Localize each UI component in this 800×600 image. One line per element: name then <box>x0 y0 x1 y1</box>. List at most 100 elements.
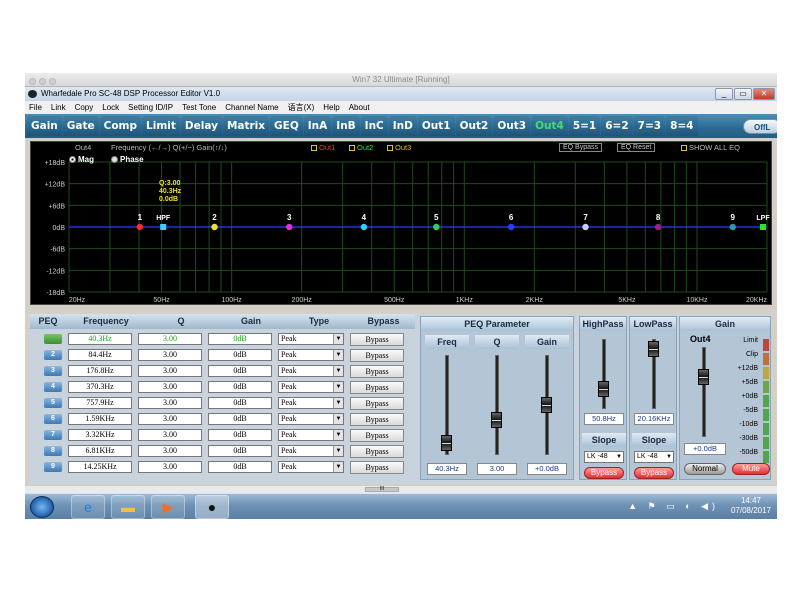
peq-bypass-button[interactable]: Bypass <box>350 348 404 362</box>
zoom-dot[interactable] <box>49 78 56 85</box>
menu-channel-name[interactable]: Channel Name <box>225 101 278 114</box>
peq-bypass-button[interactable]: Bypass <box>350 364 404 378</box>
gain-value[interactable]: +0.0dB <box>527 463 567 475</box>
mag-radio-dot[interactable] <box>69 156 76 164</box>
tab-matrix[interactable]: Matrix <box>222 116 270 136</box>
eq-point-label[interactable]: 6 <box>509 213 514 222</box>
tab-6-eq-2[interactable]: 6=2 <box>601 116 633 136</box>
legend-out3-checkbox[interactable] <box>387 145 393 152</box>
maximize-button[interactable]: ▭ <box>734 88 752 100</box>
lowpass-value[interactable]: 20.16KHz <box>634 413 674 425</box>
tab-gate[interactable]: Gate <box>62 116 99 136</box>
eq-point-2[interactable] <box>211 223 218 231</box>
legend-out2-checkbox[interactable] <box>349 145 355 152</box>
peq-frequency-field[interactable]: 40.3Hz <box>68 333 132 345</box>
tab-gain[interactable]: Gain <box>27 116 62 136</box>
tab-ina[interactable]: InA <box>303 116 332 136</box>
highpass-slider-knob[interactable] <box>598 381 609 397</box>
legend-out3[interactable]: Out3 <box>387 142 411 154</box>
legend-out1-checkbox[interactable] <box>311 145 317 152</box>
peq-gain-field[interactable]: 0dB <box>208 429 272 441</box>
peq-type-select[interactable]: Peak <box>278 333 344 345</box>
peq-q-field[interactable]: 3.00 <box>138 461 202 473</box>
tab-comp[interactable]: Comp <box>99 116 142 136</box>
peq-band-number[interactable]: 9 <box>44 462 62 472</box>
tab-geq[interactable]: GEQ <box>270 116 303 136</box>
peq-gain-field[interactable]: 0dB <box>208 445 272 457</box>
peq-band-number[interactable]: 6 <box>44 414 62 424</box>
peq-gain-field[interactable]: 0dB <box>208 349 272 361</box>
scrollbar-thumb[interactable]: III <box>365 487 399 492</box>
eq-point-label[interactable]: HPF <box>156 215 171 222</box>
menu-file[interactable]: File <box>29 101 42 114</box>
peq-type-select[interactable]: Peak <box>278 461 344 473</box>
file-explorer-icon[interactable]: ▬ <box>111 495 145 519</box>
tab-limit[interactable]: Limit <box>142 116 180 136</box>
menu-language[interactable]: 语言(X) <box>288 101 315 114</box>
q-slider-knob[interactable] <box>491 412 502 428</box>
peq-frequency-field[interactable]: 3.32KHz <box>68 429 132 441</box>
menu-about[interactable]: About <box>349 101 370 114</box>
peq-bypass-button[interactable]: Bypass <box>350 332 404 346</box>
peq-frequency-field[interactable]: 6.81KHz <box>68 445 132 457</box>
mag-radio[interactable]: Mag <box>69 155 94 164</box>
freq-slider-knob[interactable] <box>441 435 452 451</box>
menu-test-tone[interactable]: Test Tone <box>182 101 216 114</box>
eq-point-label[interactable]: 5 <box>434 213 439 222</box>
tab-out2[interactable]: Out2 <box>455 116 493 136</box>
peq-q-field[interactable]: 3.00 <box>138 365 202 377</box>
tab-delay[interactable]: Delay <box>180 116 222 136</box>
peq-type-select[interactable]: Peak <box>278 413 344 425</box>
peq-q-field[interactable]: 3.00 <box>138 333 202 345</box>
peq-q-field[interactable]: 3.00 <box>138 349 202 361</box>
tab-out3[interactable]: Out3 <box>493 116 531 136</box>
eq-point-label[interactable]: 7 <box>583 213 588 222</box>
peq-band-number[interactable]: 5 <box>44 398 62 408</box>
eq-reset-button[interactable]: EQ Reset <box>617 143 656 152</box>
menu-help[interactable]: Help <box>323 101 339 114</box>
q-slider-track[interactable] <box>495 355 499 455</box>
eq-point-label[interactable]: 2 <box>212 213 217 222</box>
eq-point-6[interactable] <box>507 223 515 231</box>
peq-q-field[interactable]: 3.00 <box>138 429 202 441</box>
peq-type-select[interactable]: Peak <box>278 445 344 457</box>
menu-lock[interactable]: Lock <box>102 101 119 114</box>
output-gain-value[interactable]: +0.0dB <box>684 443 726 455</box>
peq-gain-field[interactable]: 0dB <box>208 381 272 393</box>
peq-gain-field[interactable]: 0dB <box>208 413 272 425</box>
show-all-eq-checkbox[interactable] <box>681 145 687 152</box>
eq-point-label[interactable]: 8 <box>656 213 661 222</box>
legend-out1[interactable]: Out1 <box>311 142 335 154</box>
start-button-icon[interactable] <box>30 496 54 518</box>
eq-point-5[interactable] <box>433 223 440 231</box>
gain-slider-knob[interactable] <box>541 397 552 413</box>
menu-setting-id[interactable]: Setting ID/IP <box>128 101 173 114</box>
peq-type-select[interactable]: Peak <box>278 365 344 377</box>
peq-bypass-button[interactable]: Bypass <box>350 412 404 426</box>
tab-5-eq-1[interactable]: 5=1 <box>568 116 601 136</box>
menu-link[interactable]: Link <box>51 101 66 114</box>
peq-gain-field[interactable]: 0dB <box>208 397 272 409</box>
eq-point-label[interactable]: 3 <box>287 213 292 222</box>
peq-bypass-button[interactable]: Bypass <box>350 428 404 442</box>
highpass-slider-track[interactable] <box>602 339 606 409</box>
eq-point-9[interactable] <box>729 223 736 231</box>
peq-band-number[interactable]: 4 <box>44 382 62 392</box>
minimize-button[interactable]: _ <box>715 88 733 100</box>
tab-inc[interactable]: InC <box>360 116 388 136</box>
phase-radio-dot[interactable] <box>111 156 118 164</box>
menu-copy[interactable]: Copy <box>75 101 94 114</box>
phase-radio[interactable]: Phase <box>111 155 144 164</box>
eq-graph-canvas[interactable]: +18dB +12dB +6dB 0dB -6dB -12dB -18dB 20Hz 50Hz 1… <box>31 142 773 306</box>
tab-ind[interactable]: InD <box>388 116 417 136</box>
eq-point-hpf[interactable] <box>160 224 167 230</box>
eq-point-3[interactable] <box>286 223 293 231</box>
lowpass-bypass-button[interactable]: Bypass <box>634 467 674 479</box>
minimize-dot[interactable] <box>39 78 46 85</box>
peq-q-field[interactable]: 3.00 <box>138 413 202 425</box>
normal-button[interactable]: Normal <box>684 463 726 475</box>
peq-frequency-field[interactable]: 84.4Hz <box>68 349 132 361</box>
eq-point-7[interactable] <box>582 223 589 231</box>
peq-band-number[interactable]: 3 <box>44 366 62 376</box>
q-value[interactable]: 3.00 <box>477 463 517 475</box>
